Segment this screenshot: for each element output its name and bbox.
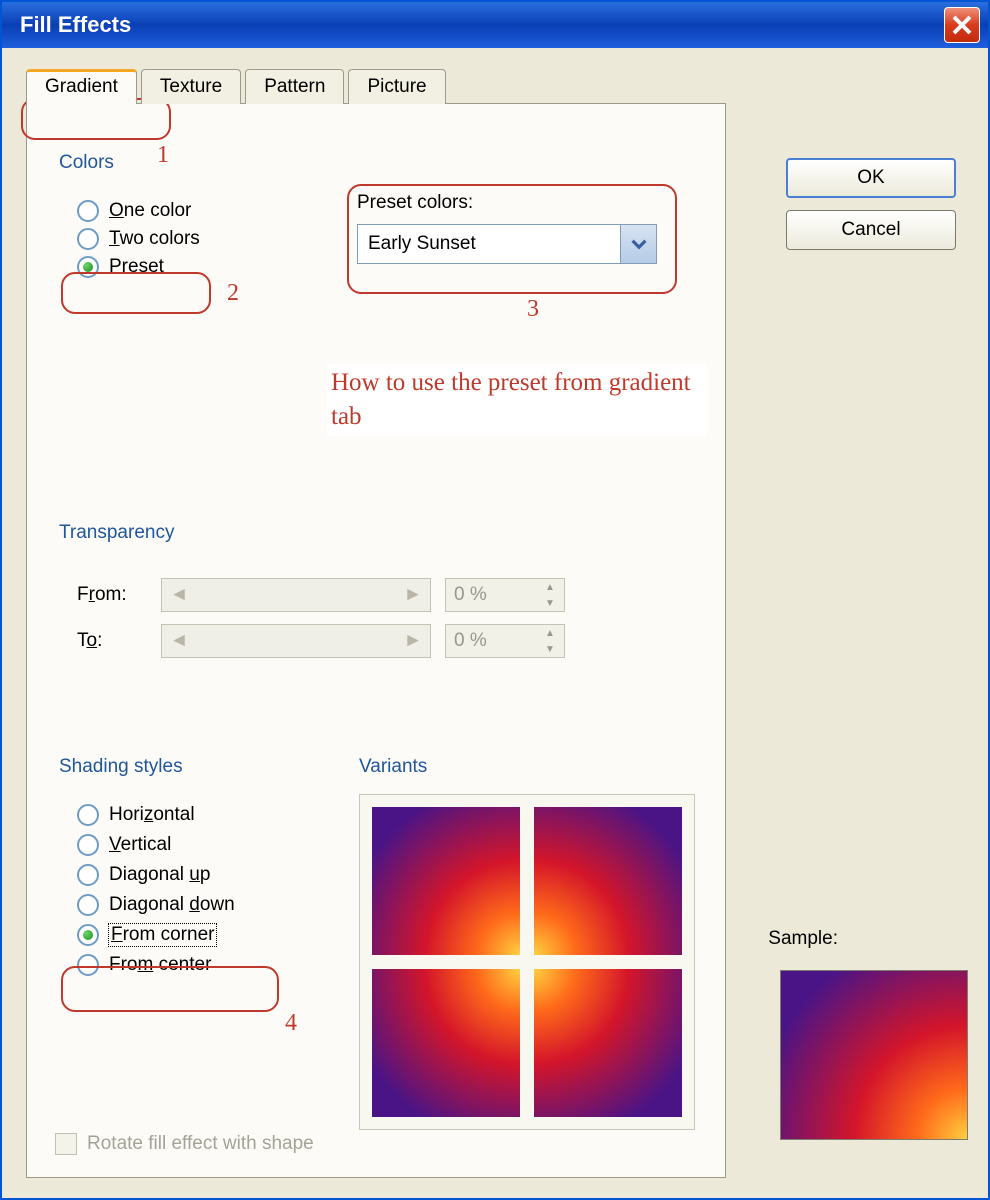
from-value: 0 %	[446, 584, 536, 606]
from-label: From:	[77, 584, 147, 606]
radio-one-color[interactable]: One color	[77, 200, 200, 222]
radio-two-colors[interactable]: Two colors	[77, 228, 200, 250]
transparency-block: From: ◄ ► 0 % ▲▼ To: ◄	[77, 566, 697, 670]
tab-gradient[interactable]: Gradient	[26, 69, 137, 104]
variant-2[interactable]	[534, 807, 682, 955]
radio-label: Diagonal down	[109, 894, 235, 916]
colors-radio-group: One color Two colors Preset	[77, 194, 200, 284]
variants-group-label: Variants	[359, 756, 427, 778]
annotation-number-2: 2	[227, 280, 239, 307]
radio-icon	[77, 954, 99, 976]
radio-diagonal-down[interactable]: Diagonal down	[77, 894, 235, 916]
radio-label: Horizontal	[109, 804, 195, 826]
window-title: Fill Effects	[10, 12, 131, 38]
client-area: Gradient Texture Pattern Picture Colors …	[2, 48, 988, 1198]
radio-label: From corner	[109, 924, 216, 946]
tab-pattern[interactable]: Pattern	[245, 69, 344, 104]
slider-left-icon: ◄	[162, 579, 196, 611]
shading-group-label: Shading styles	[59, 756, 183, 778]
preset-colors-block: Preset colors: Early Sunset	[357, 192, 677, 264]
sample-label: Sample:	[768, 928, 838, 950]
close-icon	[952, 15, 972, 35]
spinner-arrows: ▲▼	[536, 579, 564, 611]
transparency-from-row: From: ◄ ► 0 % ▲▼	[77, 578, 697, 612]
tab-strip: Gradient Texture Pattern Picture	[26, 68, 964, 103]
shading-radio-group: Horizontal Vertical Diagonal up Diagonal…	[77, 796, 235, 984]
variant-1[interactable]	[372, 807, 520, 955]
cancel-button[interactable]: Cancel	[786, 210, 956, 250]
from-slider: ◄ ►	[161, 578, 431, 612]
radio-icon	[77, 894, 99, 916]
preset-colors-label: Preset colors:	[357, 192, 677, 214]
radio-label: From center	[109, 954, 211, 976]
slider-track	[196, 625, 396, 657]
to-slider: ◄ ►	[161, 624, 431, 658]
to-spinner: 0 % ▲▼	[445, 624, 565, 658]
annotation-number-3: 3	[527, 296, 539, 323]
gradient-tab-panel: Colors One color Two colors Preset Prese…	[26, 103, 726, 1178]
radio-icon	[77, 924, 99, 946]
preset-colors-value: Early Sunset	[368, 233, 476, 255]
colors-group-label: Colors	[59, 152, 114, 174]
fill-effects-dialog: Fill Effects Gradient Texture Pattern Pi…	[0, 0, 990, 1200]
annotation-number-4: 4	[285, 1010, 297, 1037]
radio-icon	[77, 200, 99, 222]
slider-right-icon: ►	[396, 625, 430, 657]
variants-grid	[359, 794, 695, 1130]
variant-3[interactable]	[372, 969, 520, 1117]
rotate-label: Rotate fill effect with shape	[87, 1133, 314, 1155]
transparency-to-row: To: ◄ ► 0 % ▲▼	[77, 624, 697, 658]
radio-from-center[interactable]: From center	[77, 954, 235, 976]
transparency-group-label: Transparency	[59, 522, 174, 544]
radio-label: Diagonal up	[109, 864, 210, 886]
close-button[interactable]	[944, 7, 980, 43]
annotation-text: How to use the preset from gradient tab	[327, 364, 707, 436]
slider-track	[196, 579, 396, 611]
slider-right-icon: ►	[396, 579, 430, 611]
radio-from-corner[interactable]: From corner	[77, 924, 235, 946]
radio-preset[interactable]: Preset	[77, 256, 200, 278]
annotation-circle-1	[21, 98, 171, 140]
ok-button[interactable]: OK	[786, 158, 956, 198]
variant-4[interactable]	[534, 969, 682, 1117]
radio-diagonal-up[interactable]: Diagonal up	[77, 864, 235, 886]
radio-icon	[77, 834, 99, 856]
chevron-down-icon	[620, 225, 656, 263]
radio-label: Two colors	[109, 228, 200, 250]
radio-label: One color	[109, 200, 191, 222]
slider-left-icon: ◄	[162, 625, 196, 657]
rotate-fill-checkbox-row: Rotate fill effect with shape	[55, 1133, 314, 1155]
from-spinner: 0 % ▲▼	[445, 578, 565, 612]
tab-picture[interactable]: Picture	[348, 69, 445, 104]
radio-icon	[77, 804, 99, 826]
radio-horizontal[interactable]: Horizontal	[77, 804, 235, 826]
to-value: 0 %	[446, 630, 536, 652]
to-label: To:	[77, 630, 147, 652]
annotation-number-1: 1	[157, 142, 169, 169]
tab-texture[interactable]: Texture	[141, 69, 241, 104]
spinner-arrows: ▲▼	[536, 625, 564, 657]
radio-icon	[77, 256, 99, 278]
titlebar: Fill Effects	[2, 2, 988, 48]
radio-label: Preset	[109, 256, 164, 278]
radio-vertical[interactable]: Vertical	[77, 834, 235, 856]
sample-preview	[780, 970, 968, 1140]
rotate-checkbox	[55, 1133, 77, 1155]
radio-icon	[77, 864, 99, 886]
preset-colors-dropdown[interactable]: Early Sunset	[357, 224, 657, 264]
radio-label: Vertical	[109, 834, 171, 856]
dialog-buttons: OK Cancel	[786, 158, 956, 250]
radio-icon	[77, 228, 99, 250]
